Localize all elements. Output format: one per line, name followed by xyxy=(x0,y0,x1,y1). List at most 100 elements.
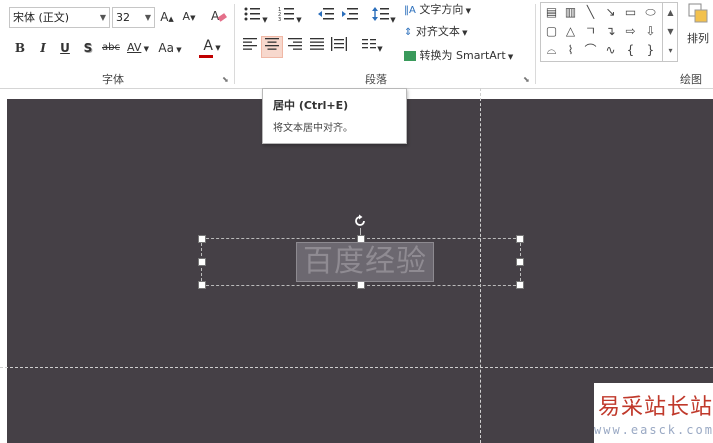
align-right-icon xyxy=(288,38,302,50)
font-color-bar xyxy=(199,55,213,58)
columns-button[interactable]: ▼ xyxy=(358,37,386,57)
columns-icon xyxy=(362,39,377,49)
gallery-scroll-up-icon[interactable]: ▲ xyxy=(662,3,678,22)
vertical-textbox-shape-icon[interactable]: ▥ xyxy=(561,3,580,21)
resize-handle-bottom[interactable] xyxy=(357,281,365,289)
line-spacing-button[interactable]: ▼ xyxy=(370,6,398,26)
oval-shape-icon[interactable]: ⬭ xyxy=(641,3,660,21)
clear-formatting-button[interactable]: A xyxy=(208,7,228,27)
right-brace-shape-icon[interactable]: } xyxy=(641,41,660,59)
text-direction-label: 文字方向 xyxy=(419,3,464,16)
change-case-button[interactable]: Aa ▼ xyxy=(155,38,185,58)
shrink-font-button[interactable]: A▼ xyxy=(180,7,198,27)
font-color-button[interactable]: A ▼ xyxy=(197,36,227,58)
gallery-scroll-down-icon[interactable]: ▼ xyxy=(662,22,678,41)
font-group-label: 字体 xyxy=(102,73,124,86)
triangle-shape-icon[interactable]: △ xyxy=(561,22,580,40)
align-text-button[interactable]: ⇕ 对齐文本 ▼ xyxy=(404,22,484,42)
tooltip-description: 将文本居中对齐。 xyxy=(273,123,353,134)
bullets-button[interactable]: ▼ xyxy=(242,6,270,26)
wave-shape-icon[interactable]: ∿ xyxy=(601,41,620,59)
align-center-tooltip: 居中 (Ctrl+E) 将文本居中对齐。 xyxy=(262,88,407,144)
watermark-main-text: 易采站长站 xyxy=(598,395,713,420)
increase-indent-button[interactable] xyxy=(340,6,360,26)
bullet-list-icon xyxy=(244,7,261,21)
tooltip-title: 居中 (Ctrl+E) xyxy=(273,99,349,112)
rotate-handle-icon[interactable] xyxy=(353,214,367,228)
text-direction-button[interactable]: ‖A 文字方向 ▼ xyxy=(404,0,484,20)
caret-down-icon: ▼ xyxy=(190,14,196,22)
rectangle-shape-icon[interactable]: ▭ xyxy=(621,3,640,21)
align-text-label: 对齐文本 xyxy=(415,25,460,38)
arrow-line-shape-icon[interactable]: ↘ xyxy=(601,3,620,21)
change-case-label: Aa xyxy=(158,41,174,55)
gallery-more-icon[interactable]: ▾ xyxy=(662,41,678,61)
curve-shape-icon[interactable]: ⌒ xyxy=(581,41,600,59)
char-spacing-label: AV xyxy=(127,41,142,54)
left-brace-shape-icon[interactable]: { xyxy=(621,41,640,59)
resize-handle-top-right[interactable] xyxy=(516,235,524,243)
chevron-down-icon: ▼ xyxy=(505,53,514,61)
font-name-combo[interactable]: 宋体 (正文) ▼ xyxy=(9,7,110,28)
chevron-down-icon: ▼ xyxy=(463,7,471,15)
justify-icon xyxy=(310,38,324,50)
char-spacing-button[interactable]: AV ▼ xyxy=(124,38,152,58)
grow-font-button[interactable]: A▲ xyxy=(158,7,176,27)
arrange-label: 排列 xyxy=(687,32,709,45)
align-right-button[interactable] xyxy=(285,37,305,57)
shapes-gallery: ▤ ▥ ╲ ↘ ▭ ⬭ ▢ △ ㄱ ↴ ⇨ ⇩ ⌓ ⌇ ⌒ ∿ { } ▲ ▼ … xyxy=(540,2,678,62)
font-size-value: 32 xyxy=(116,11,130,24)
decrease-indent-icon xyxy=(318,8,334,20)
clear-formatting-icon: A xyxy=(211,9,227,23)
down-arrow-shape-icon[interactable]: ⇩ xyxy=(641,22,660,40)
right-arrow-shape-icon[interactable]: ⇨ xyxy=(621,22,640,40)
font-dialog-launcher-icon[interactable]: ⬊ xyxy=(222,75,229,84)
shrink-font-label: A xyxy=(182,10,191,23)
arrange-button[interactable]: 排列 xyxy=(683,2,713,62)
underline-button[interactable]: U xyxy=(57,38,73,58)
chevron-down-icon: ▼ xyxy=(296,16,302,24)
freeform-shape-icon[interactable]: ⌓ xyxy=(542,41,561,59)
numbering-button[interactable]: 1 2 3 ▼ xyxy=(276,6,304,26)
decrease-indent-button[interactable] xyxy=(316,6,336,26)
ribbon: 宋体 (正文) ▼ 32 ▼ A▲ A▼ A B I U S abc AV ▼ … xyxy=(0,0,713,89)
align-center-button[interactable] xyxy=(261,36,283,58)
resize-handle-top-left[interactable] xyxy=(198,235,206,243)
justify-button[interactable] xyxy=(307,37,327,57)
italic-button[interactable]: I xyxy=(35,38,51,58)
text-direction-icon: ‖A xyxy=(404,5,416,16)
align-left-icon xyxy=(243,38,257,50)
arrange-icon xyxy=(688,3,708,23)
textbox-shape-icon[interactable]: ▤ xyxy=(542,3,561,21)
svg-text:3: 3 xyxy=(278,17,281,22)
bold-button[interactable]: B xyxy=(12,38,28,58)
paragraph-dialog-launcher-icon[interactable]: ⬊ xyxy=(523,75,530,84)
paragraph-group-label: 段落 xyxy=(365,73,387,86)
rounded-rectangle-shape-icon[interactable]: ▢ xyxy=(542,22,561,40)
scribble-shape-icon[interactable]: ⌇ xyxy=(561,41,580,59)
chevron-down-icon: ▼ xyxy=(262,16,268,24)
align-center-icon xyxy=(265,38,279,50)
resize-handle-right[interactable] xyxy=(516,258,524,266)
font-color-label: A xyxy=(203,38,213,54)
drawing-group-label: 绘图 xyxy=(680,73,702,86)
chevron-down-icon: ▼ xyxy=(173,46,182,54)
elbow-arrow-shape-icon[interactable]: ↴ xyxy=(601,22,620,40)
numbered-list-icon: 1 2 3 xyxy=(278,7,295,23)
distributed-align-button[interactable] xyxy=(329,37,349,57)
convert-smartart-button[interactable]: 转换为 SmartArt ▼ xyxy=(404,46,528,66)
resize-handle-bottom-left[interactable] xyxy=(198,281,206,289)
strikethrough-button[interactable]: abc xyxy=(100,38,122,58)
line-shape-icon[interactable]: ╲ xyxy=(581,3,600,21)
font-size-combo[interactable]: 32 ▼ xyxy=(112,7,155,28)
resize-handle-bottom-right[interactable] xyxy=(516,281,524,289)
resize-handle-left[interactable] xyxy=(198,258,206,266)
distributed-align-icon xyxy=(331,37,347,51)
text-shadow-button[interactable]: S xyxy=(80,38,96,58)
elbow-connector-shape-icon[interactable]: ㄱ xyxy=(581,22,600,40)
slide-textbox[interactable]: 百度经验 xyxy=(296,242,434,282)
increase-indent-icon xyxy=(342,8,358,20)
align-left-button[interactable] xyxy=(240,37,260,57)
watermark-url-text: www.easck.com xyxy=(594,423,713,437)
horizontal-guide[interactable] xyxy=(0,367,713,368)
